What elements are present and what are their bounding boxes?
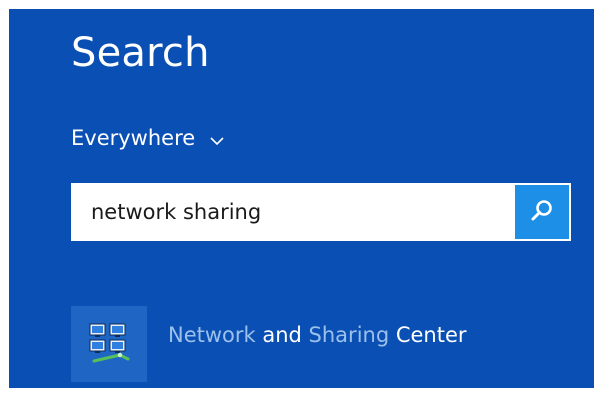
label-match-sharing: Sharing	[308, 323, 390, 347]
search-scope-dropdown[interactable]: Everywhere	[71, 123, 225, 153]
panel-title: Search	[71, 30, 210, 76]
search-icon	[530, 198, 554, 226]
search-button[interactable]	[515, 185, 569, 239]
search-result-item[interactable]: Network and Sharing Center	[71, 306, 467, 382]
network-sharing-center-icon	[71, 306, 147, 382]
label-match-network: Network	[168, 323, 256, 347]
search-input[interactable]	[71, 183, 513, 241]
label-text-and: and	[255, 323, 309, 347]
screen-frame: Search Everywhere network sharing Networ…	[0, 0, 605, 396]
label-text-center: Center	[389, 323, 467, 347]
search-scope-label: Everywhere	[71, 126, 196, 150]
search-box	[71, 183, 571, 241]
chevron-down-icon	[209, 130, 225, 146]
search-charm-panel: Search Everywhere network sharing Networ…	[9, 9, 594, 388]
search-result-label: Network and Sharing Center	[168, 323, 467, 347]
